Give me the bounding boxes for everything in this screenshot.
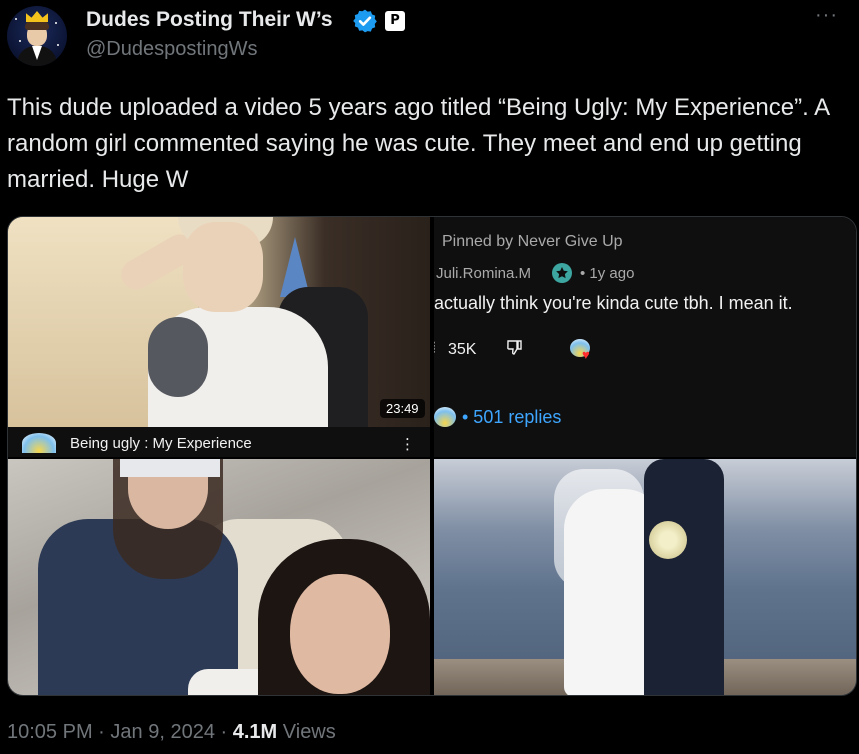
author-handle[interactable]: @DudespostingWs bbox=[86, 38, 257, 61]
views-label: Views bbox=[282, 721, 336, 743]
creator-heart-icon: ♥ bbox=[570, 339, 596, 363]
avatar-star bbox=[19, 40, 21, 42]
heart-icon: ♥ bbox=[582, 347, 590, 362]
selfie-woman-face bbox=[290, 574, 390, 694]
affiliate-badge-icon[interactable]: P bbox=[385, 11, 405, 31]
comment-age: • 1y ago bbox=[580, 265, 635, 282]
dislike-icon bbox=[506, 339, 524, 362]
avatar-star bbox=[15, 18, 17, 20]
video-person-sleeve bbox=[148, 317, 208, 397]
groom-suit bbox=[644, 459, 724, 695]
tweet-text: This dude uploaded a video 5 years ago t… bbox=[7, 94, 829, 193]
member-badge-icon bbox=[552, 263, 572, 283]
wedding-bouquet bbox=[649, 521, 687, 559]
tweet-time[interactable]: 10:05 PM bbox=[7, 721, 93, 743]
comment-username: Juli.Romina.M bbox=[436, 265, 532, 282]
selfie-person-cap bbox=[120, 459, 220, 477]
channel-avatar bbox=[22, 433, 56, 453]
pinned-label: Pinned by Never Give Up bbox=[442, 233, 623, 250]
avatar-star bbox=[55, 22, 57, 24]
views-count: 4.1M bbox=[232, 721, 278, 743]
more-options-icon[interactable]: ··· bbox=[815, 4, 838, 27]
author-name[interactable]: Dudes Posting Their W’s bbox=[86, 8, 333, 32]
media-wedding-photo[interactable] bbox=[434, 459, 856, 695]
crown-icon bbox=[26, 11, 48, 22]
video-menu-icon: ⋮ bbox=[400, 436, 415, 453]
like-count: 35K bbox=[448, 341, 477, 358]
media-selfie-photo[interactable] bbox=[8, 459, 430, 695]
tweet-meta: 10:05 PM · Jan 9, 2024 · 4.1M Views bbox=[7, 721, 336, 744]
reply-avatar bbox=[434, 407, 456, 427]
media-video-screenshot[interactable]: 23:49 Being ugly : My Experience ⋮ bbox=[8, 217, 430, 457]
video-person-face bbox=[183, 222, 263, 312]
tweet-date[interactable]: Jan 9, 2024 bbox=[110, 721, 215, 743]
author-avatar[interactable] bbox=[7, 6, 67, 66]
like-icon: 𝄄 bbox=[434, 341, 435, 358]
video-duration: 23:49 bbox=[380, 399, 425, 418]
media-grid: 23:49 Being ugly : My Experience ⋮ Pinne… bbox=[7, 216, 857, 696]
avatar-star bbox=[57, 44, 59, 46]
media-comment-screenshot[interactable]: Pinned by Never Give Up Juli.Romina.M • … bbox=[434, 217, 856, 457]
replies-link: • 501 replies bbox=[462, 407, 562, 427]
meta-separator: · bbox=[98, 721, 105, 743]
comment-text: actually think you're kinda cute tbh. I … bbox=[434, 293, 793, 313]
meta-separator: · bbox=[220, 721, 228, 743]
verified-badge-icon[interactable] bbox=[352, 8, 378, 34]
video-title: Being ugly : My Experience bbox=[70, 435, 252, 452]
